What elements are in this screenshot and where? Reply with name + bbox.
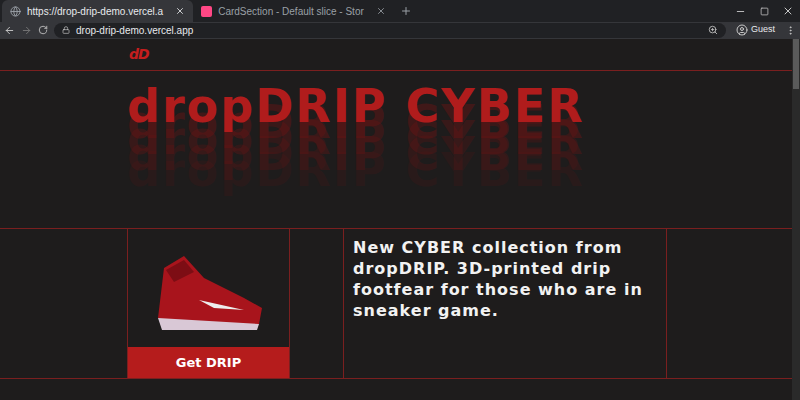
scrollbar[interactable] bbox=[792, 39, 800, 400]
lock-icon bbox=[62, 26, 70, 34]
browser-tab[interactable]: https://drop-drip-demo.vercel.a bbox=[2, 0, 193, 22]
product-image bbox=[128, 229, 289, 347]
tab-label: CardSection - Default slice - Stor bbox=[218, 4, 364, 19]
page-content: dD dropDRIP CYBERdropDRIP CYBERdropDRIP C… bbox=[0, 39, 792, 400]
maximize-button[interactable] bbox=[752, 7, 776, 16]
new-tab-button[interactable] bbox=[394, 0, 418, 22]
maximize-icon bbox=[760, 7, 769, 16]
address-bar[interactable]: drop-drip-demo.vercel.app bbox=[54, 23, 726, 38]
hero-title: dropDRIP CYBER bbox=[127, 81, 792, 132]
hero: dropDRIP CYBERdropDRIP CYBERdropDRIP CYB… bbox=[0, 71, 792, 229]
header: dD bbox=[0, 39, 792, 71]
page: dD dropDRIP CYBERdropDRIP CYBERdropDRIP C… bbox=[0, 39, 800, 400]
close-icon[interactable] bbox=[175, 6, 185, 16]
browser-tab[interactable]: CardSection - Default slice - Stor bbox=[193, 0, 394, 22]
menu-icon[interactable] bbox=[785, 25, 796, 36]
sneaker-image bbox=[144, 238, 274, 338]
product-section: Get DRIP New CYBER collection from dropDR… bbox=[0, 229, 792, 379]
user-icon bbox=[736, 24, 748, 36]
reload-icon[interactable] bbox=[38, 25, 48, 35]
get-drip-button[interactable]: Get DRIP bbox=[128, 347, 289, 378]
zoom-icon[interactable] bbox=[708, 25, 718, 35]
back-icon[interactable] bbox=[4, 25, 15, 36]
description: New CYBER collection from dropDRIP. 3D-p… bbox=[353, 237, 661, 321]
storybook-icon bbox=[201, 6, 212, 17]
minimize-icon bbox=[735, 6, 746, 17]
close-icon bbox=[782, 5, 794, 17]
close-window-button[interactable] bbox=[776, 5, 800, 17]
description-column: New CYBER collection from dropDRIP. 3D-p… bbox=[343, 229, 667, 378]
profile-button[interactable]: Guest bbox=[732, 23, 779, 37]
window-controls bbox=[728, 0, 800, 22]
scrollbar-thumb[interactable] bbox=[793, 39, 799, 89]
globe-icon bbox=[10, 6, 21, 17]
logo[interactable]: dD bbox=[129, 44, 149, 65]
plus-icon bbox=[400, 5, 412, 17]
browser-window: https://drop-drip-demo.vercel.a CardSecti… bbox=[0, 0, 800, 400]
forward-icon[interactable] bbox=[21, 25, 32, 36]
tab-label: https://drop-drip-demo.vercel.a bbox=[27, 4, 163, 19]
tab-strip: https://drop-drip-demo.vercel.a CardSecti… bbox=[0, 0, 800, 22]
toolbar: drop-drip-demo.vercel.app Guest bbox=[0, 22, 800, 39]
minimize-button[interactable] bbox=[728, 6, 752, 17]
product-card: Get DRIP bbox=[127, 229, 290, 378]
close-icon[interactable] bbox=[376, 6, 386, 16]
address-text: drop-drip-demo.vercel.app bbox=[76, 23, 193, 38]
